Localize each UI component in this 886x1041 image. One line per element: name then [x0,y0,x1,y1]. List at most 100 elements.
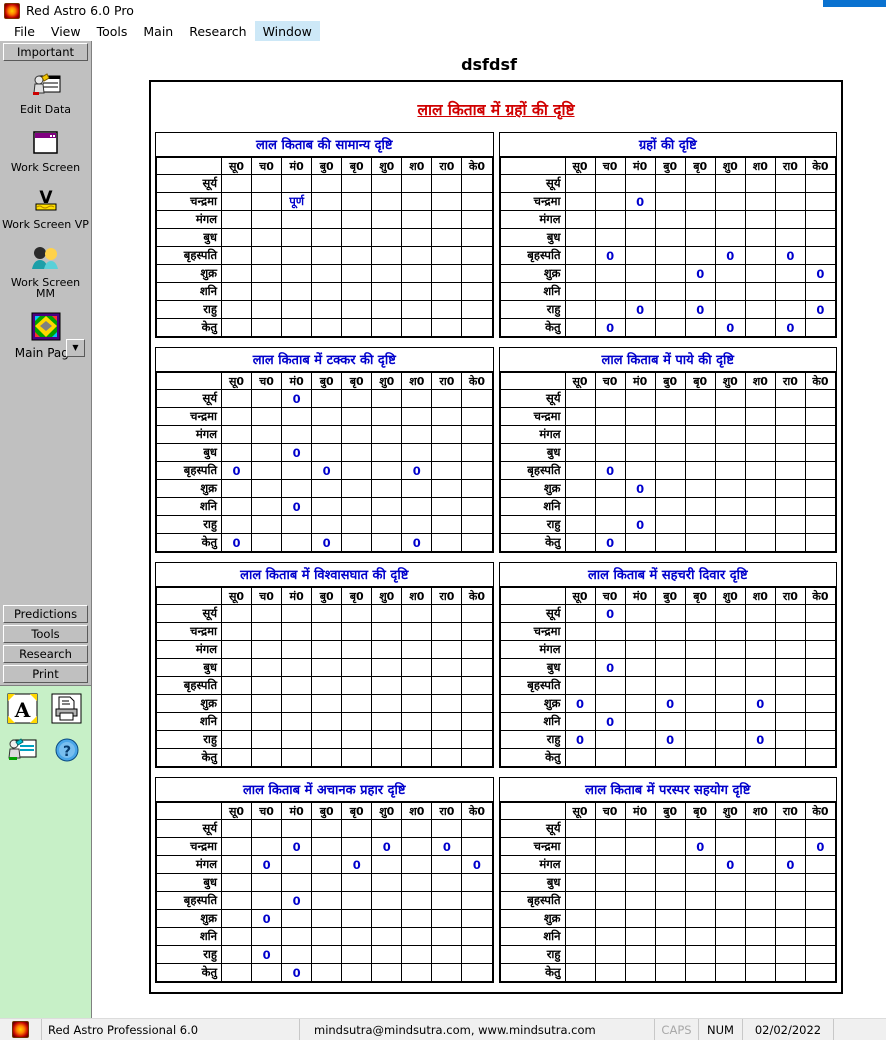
sidebar-item-work-screen-vp[interactable]: V Work Screen VP [0,184,91,231]
table-row: बुध [156,658,493,677]
aspect-empty-cell [684,407,716,426]
aspect-empty-cell [594,479,626,498]
aspect-empty-cell [220,730,253,749]
aspect-empty-cell [281,819,313,838]
aspect-empty-cell [341,819,373,838]
menu-view[interactable]: View [43,21,89,41]
row-label: सूर्य [499,819,566,838]
aspect-empty-cell [311,264,343,283]
column-header: श0 [744,157,776,175]
sidebar-item-work-screen-mm[interactable]: Work Screen MM [0,242,91,300]
table-row: बुध 0 [156,443,493,462]
help-question-icon[interactable]: ? [50,733,83,766]
aspect-empty-cell [371,748,403,767]
aspect-empty-cell [654,676,686,695]
aspect-empty-cell [624,927,656,946]
aspect-empty-cell [804,694,837,713]
aspect-empty-cell [594,425,626,444]
aspect-mark-cell: 0 [684,300,716,319]
edit-chart-icon[interactable] [6,733,39,766]
menu-main[interactable]: Main [135,21,181,41]
aspect-empty-cell [341,282,373,301]
aspect-empty-cell [431,891,463,910]
aspect-empty-cell [564,497,596,516]
sidebar-header-important[interactable]: Important [3,43,88,61]
table-row: राहु [499,945,837,964]
aspect-empty-cell [251,443,283,462]
menu-file[interactable]: File [6,21,43,41]
aspect-empty-cell [371,891,403,910]
table-row: केतु 0 [499,533,837,552]
aspect-empty-cell [714,748,746,767]
aspect-empty-cell [624,963,656,982]
table-row: शुक्र [156,264,493,283]
sidebar-item-edit-data[interactable]: Edit Data [0,69,91,116]
font-A-icon[interactable]: A [6,692,39,725]
aspect-empty-cell [624,425,656,444]
aspect-empty-cell [684,730,716,749]
aspect-empty-cell [564,855,596,874]
sidebar-item-main-page[interactable]: Main Page ▼ [0,311,91,360]
row-label: चन्द्रमा [499,622,566,641]
sidebar-button-research[interactable]: Research [3,645,88,664]
print-icon[interactable] [50,692,83,725]
aspect-empty-cell [431,300,463,319]
column-header-row: सू0 च0 मं0 बु0 बृ0 शु0 श0 रा0 के0 [156,157,493,175]
row-label: राहु [499,730,566,749]
column-header: शु0 [714,802,746,820]
aspect-mark-cell: 0 [744,730,776,749]
table-row: शुक्र [499,909,837,928]
column-header: बृ0 [684,802,716,820]
aspect-empty-cell [684,604,716,623]
aspect-empty-cell [281,246,313,265]
aspect-empty-cell [401,622,433,641]
table-row: बृहस्पति 0 0 0 [156,461,493,480]
sidebar-button-print[interactable]: Print [3,665,88,684]
table-row: बुध [499,873,837,892]
aspect-empty-cell [461,748,493,767]
row-label: सूर्य [499,389,566,408]
row-label: राहु [156,515,222,534]
aspect-empty-cell [744,515,776,534]
aspect-empty-cell [774,640,806,659]
aspect-empty-cell [804,604,837,623]
menu-research[interactable]: Research [181,21,254,41]
sidebar-item-work-screen[interactable]: Work Screen [0,127,91,174]
aspect-mark-cell: 0 [624,300,656,319]
aspect-empty-cell [311,318,343,337]
row-label: राहु [156,945,222,964]
aspect-empty-cell [311,837,343,856]
aspect-empty-cell [714,730,746,749]
aspect-table-title: लाल किताब की सामान्य दृष्टि [156,133,493,157]
aspect-empty-cell [804,891,837,910]
aspect-empty-cell [251,389,283,408]
aspect-empty-cell [744,228,776,247]
sidebar-button-tools[interactable]: Tools [3,625,88,644]
aspect-empty-cell [744,389,776,408]
aspect-empty-cell [594,730,626,749]
aspect-empty-cell [401,389,433,408]
aspect-empty-cell [564,712,596,731]
aspect-empty-cell [654,533,686,552]
aspect-empty-cell [401,855,433,874]
aspect-empty-cell [371,300,403,319]
aspect-empty-cell [401,712,433,731]
aspect-empty-cell [281,515,313,534]
aspect-empty-cell [220,407,253,426]
menu-window[interactable]: Window [254,21,320,41]
sidebar-button-predictions[interactable]: Predictions [3,605,88,624]
statusbar-contact: mindsutra@mindsutra.com, www.mindsutra.c… [300,1019,655,1040]
aspect-empty-cell [461,891,493,910]
row-label: बृहस्पति [499,246,566,265]
aspect-mark-cell: 0 [594,461,626,480]
aspect-empty-cell [220,300,253,319]
aspect-empty-cell [744,425,776,444]
aspect-mark-cell: 0 [774,246,806,265]
chevron-down-icon[interactable]: ▼ [66,338,85,357]
aspect-mark-cell: 0 [564,730,596,749]
aspect-grid: सू0 च0 मं0 बु0 बृ0 शु0 श0 रा0 के0 सूर्य चन्द्रमा पू… [156,157,493,337]
aspect-empty-cell [654,228,686,247]
table-row: सूर्य [156,604,493,623]
aspect-empty-cell [341,837,373,856]
menu-tools[interactable]: Tools [89,21,136,41]
